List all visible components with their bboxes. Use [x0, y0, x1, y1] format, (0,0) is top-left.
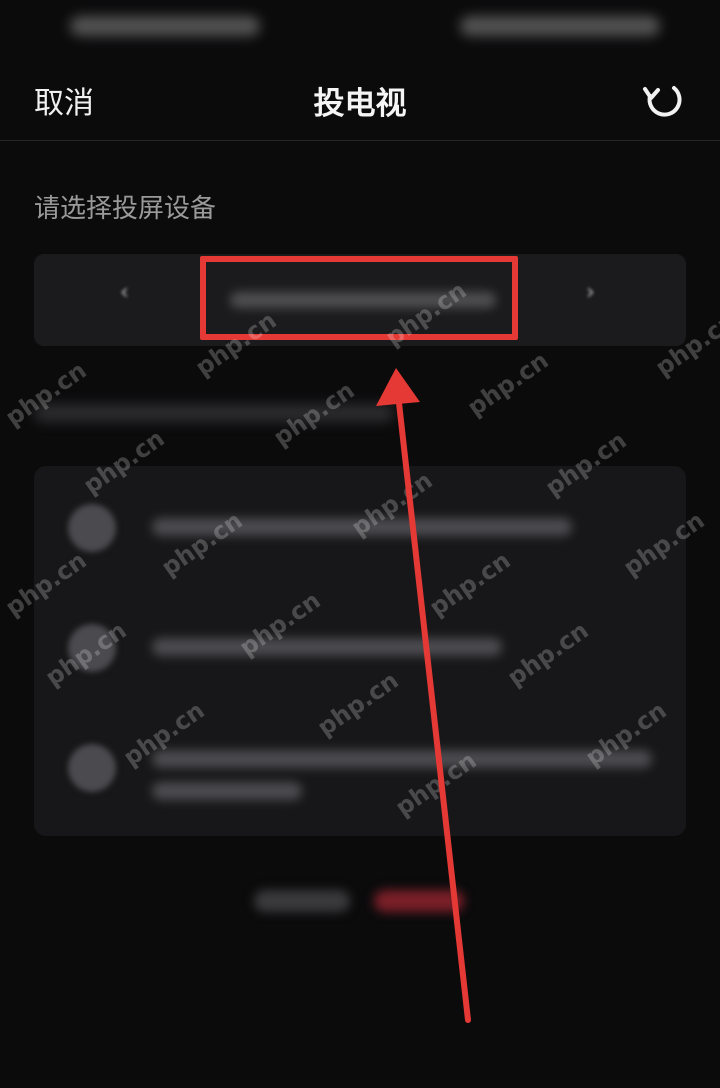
- tip-row: [34, 728, 686, 808]
- tip-text-blur: [152, 782, 302, 800]
- prev-device-icon[interactable]: ‹: [120, 280, 129, 305]
- tip-text-blur: [152, 638, 502, 656]
- tip-icon: [68, 504, 116, 552]
- next-device-icon[interactable]: ›: [586, 280, 595, 305]
- highlight-box: [200, 256, 518, 340]
- tips-card: [34, 466, 686, 836]
- tip-icon: [68, 624, 116, 672]
- header: 取消 投电视: [0, 56, 720, 141]
- watermark: php.cn: [462, 346, 554, 422]
- tip-text-blur: [152, 750, 652, 768]
- refresh-icon[interactable]: [640, 76, 686, 122]
- tip-text-blur: [152, 518, 572, 536]
- bottom-actions: [0, 884, 720, 924]
- status-icons-blur: [460, 16, 660, 36]
- status-bar: [0, 0, 720, 56]
- tip-row: [34, 488, 686, 568]
- tips-heading-blur: [34, 404, 394, 422]
- page-title: 投电视: [313, 86, 407, 122]
- secondary-button-blur[interactable]: [254, 890, 350, 912]
- tip-icon: [68, 744, 116, 792]
- section-label: 请选择投屏设备: [34, 194, 217, 224]
- primary-button-blur[interactable]: [374, 890, 464, 912]
- status-time-blur: [70, 16, 260, 36]
- tip-row: [34, 608, 686, 688]
